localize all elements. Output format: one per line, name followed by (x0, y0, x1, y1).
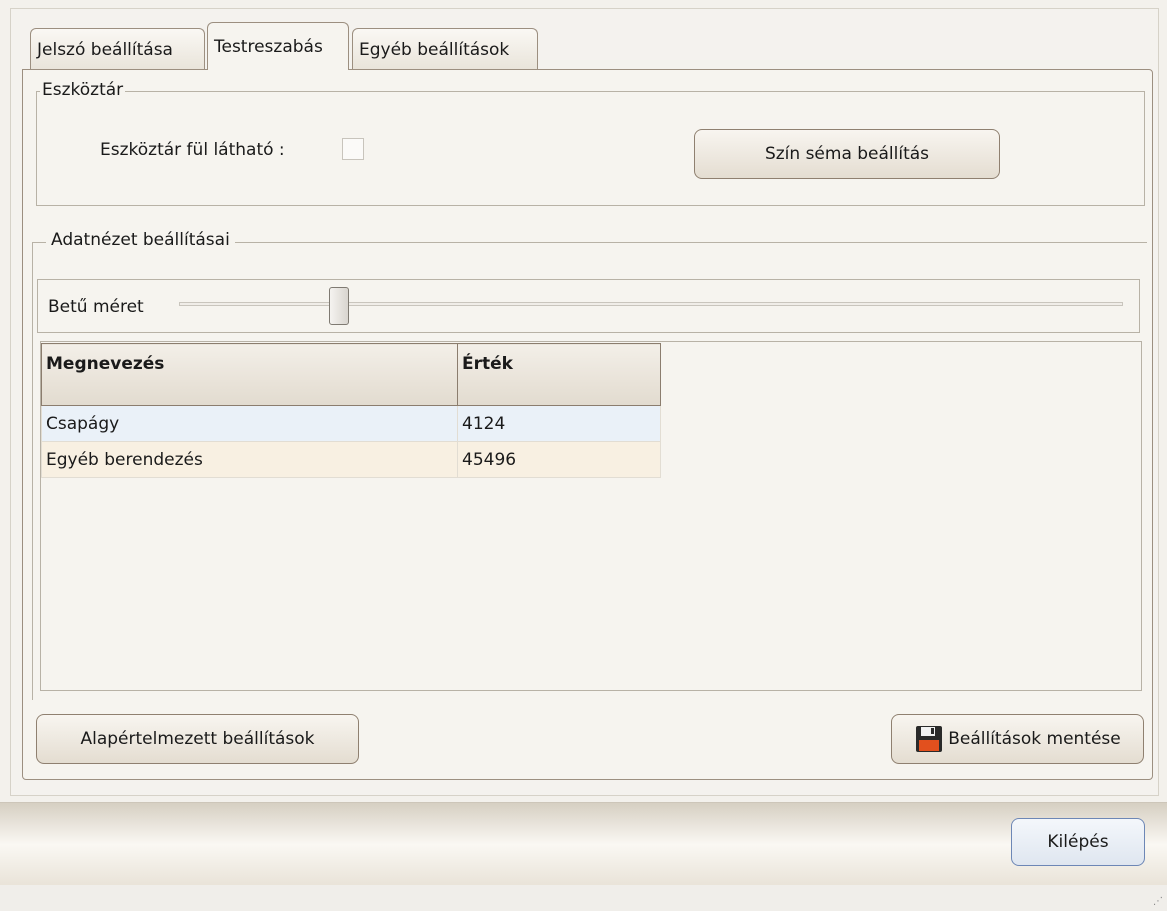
column-header-name[interactable]: Megnevezés (41, 343, 458, 406)
tab-password-settings[interactable]: Jelszó beállítása (30, 28, 205, 70)
toolbar-visible-label: Eszköztár fül látható : (100, 140, 285, 160)
save-settings-button[interactable]: Beállítások mentése (891, 714, 1144, 764)
toolbar-group-title: Eszköztár (40, 80, 126, 100)
bottom-bar (0, 802, 1167, 887)
status-bar: ⋰ (0, 885, 1167, 911)
resize-grip-icon[interactable]: ⋰ (1153, 896, 1163, 907)
table-row[interactable]: Egyéb berendezés 45496 (41, 441, 661, 478)
font-size-slider-thumb[interactable] (329, 287, 350, 325)
reset-defaults-button-label: Alapértelmezett beállítások (80, 729, 315, 749)
column-header-value[interactable]: Érték (457, 343, 661, 406)
color-scheme-button-label: Szín séma beállítás (764, 144, 930, 164)
exit-button-label: Kilépés (1047, 832, 1109, 852)
save-settings-button-label: Beállítások mentése (948, 729, 1121, 749)
reset-defaults-button[interactable]: Alapértelmezett beállítások (36, 714, 359, 764)
table-cell-value: 45496 (457, 441, 661, 478)
tab-other-settings[interactable]: Egyéb beállítások (352, 28, 538, 70)
data-grid: Megnevezés Érték Csapágy 4124 Egyéb bere… (41, 343, 661, 478)
font-size-slider-box (37, 279, 1140, 333)
font-size-label: Betű méret (48, 297, 144, 317)
toolbar-visible-checkbox[interactable] (342, 138, 364, 160)
floppy-disk-icon (914, 724, 944, 754)
font-size-slider-track[interactable] (179, 302, 1123, 306)
data-view-group-title: Adatnézet beállításai (46, 230, 235, 250)
table-cell-name: Egyéb berendezés (41, 441, 458, 478)
table-cell-value: 4124 (457, 405, 661, 442)
color-scheme-button[interactable]: Szín séma beállítás (694, 129, 1000, 179)
table-row[interactable]: Csapágy 4124 (41, 405, 661, 442)
tab-customization[interactable]: Testreszabás (207, 22, 349, 70)
exit-button[interactable]: Kilépés (1011, 818, 1145, 866)
table-cell-name: Csapágy (41, 405, 458, 442)
